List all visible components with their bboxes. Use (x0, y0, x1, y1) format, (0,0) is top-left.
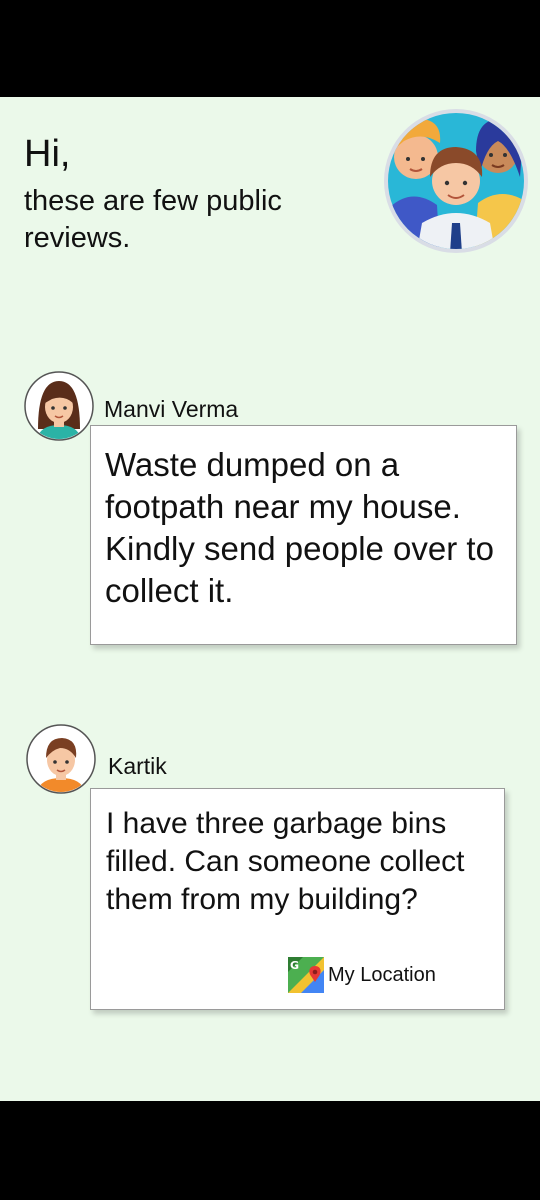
greeting-heading: Hi, (24, 133, 71, 175)
location-label[interactable]: My Location (328, 964, 436, 987)
review-text: I have three garbage bins filled. Can so… (106, 807, 465, 916)
review-text: Waste dumped on a footpath near my house… (105, 446, 494, 609)
navigation-bar (0, 1101, 540, 1200)
reviews-screen: Hi, these are few public reviews. Manvi … (0, 97, 540, 1101)
people-group-icon (384, 109, 528, 253)
review-card: I have three garbage bins filled. Can so… (90, 788, 505, 1010)
man-avatar-icon (26, 724, 96, 794)
review-card: Waste dumped on a footpath near my house… (90, 425, 517, 645)
review-author: Manvi Verma (104, 396, 239, 422)
google-maps-icon: G (288, 957, 324, 993)
my-location-link[interactable]: G My Location (287, 956, 436, 994)
svg-text:G: G (290, 959, 299, 972)
review-author: Kartik (108, 753, 167, 779)
woman-avatar-icon (24, 371, 94, 441)
status-bar (0, 0, 540, 97)
page-subtitle: these are few public reviews. (24, 185, 282, 254)
